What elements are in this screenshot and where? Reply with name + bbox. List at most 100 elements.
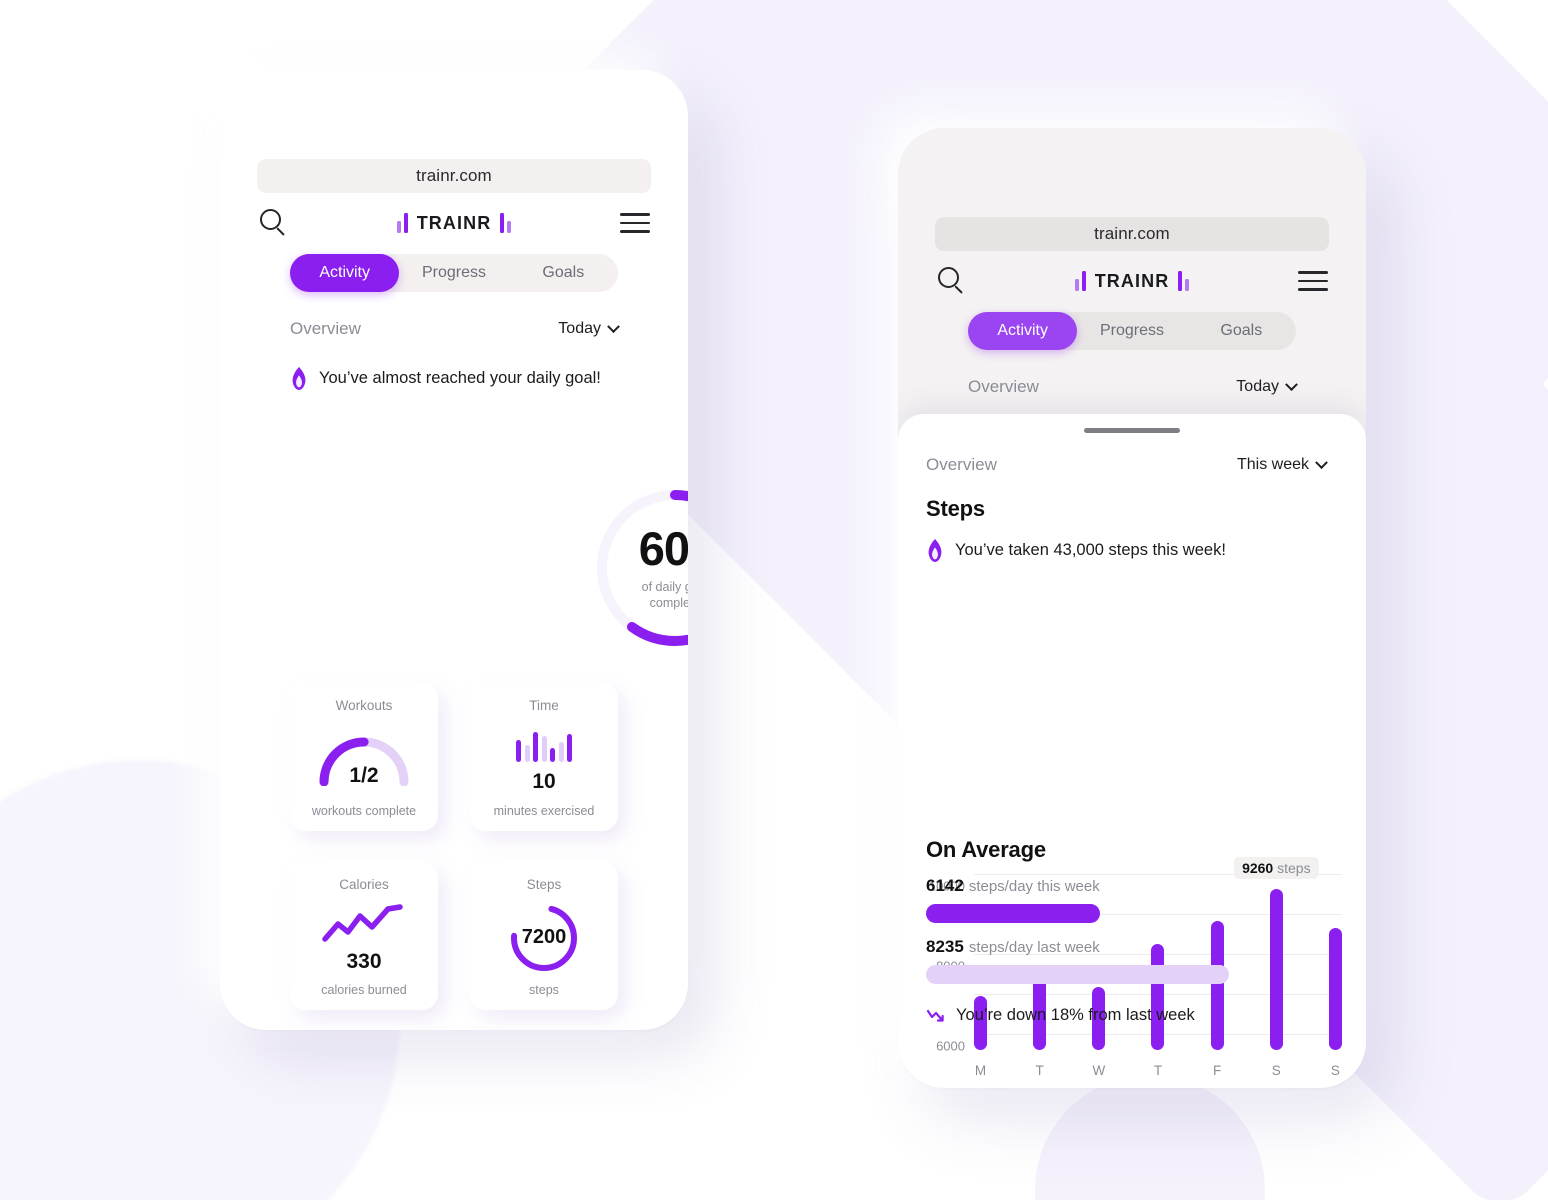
tab-bar: Activity Progress Goals: [290, 254, 618, 292]
url-text-background: trainr.com: [1094, 224, 1170, 243]
card-time-value: 10: [532, 769, 556, 793]
steps-banner-text: You’ve taken 43,000 steps this week!: [955, 541, 1226, 559]
browser-url-bar[interactable]: trainr.com: [257, 159, 651, 193]
chart-x-tick-label: T: [1035, 1063, 1044, 1078]
daily-goal-banner-text: You’ve almost reached your daily goal!: [319, 369, 601, 387]
avg-last-week-bar: [926, 965, 1229, 984]
chart-bar-column[interactable]: [1269, 862, 1283, 1050]
avg-this-week-bar: [926, 904, 1100, 923]
chart-x-tick-label: S: [1330, 1063, 1340, 1078]
card-steps-title: Steps: [526, 877, 562, 892]
tab-progress[interactable]: Progress: [399, 254, 508, 292]
brand-logo: TRAINR: [397, 213, 511, 234]
equalizer-bar: [550, 747, 555, 762]
brand-logo-background: TRAINR: [1075, 271, 1189, 292]
card-calories-caption: calories burned: [321, 983, 407, 997]
background-shape-bottom: [1035, 1075, 1265, 1200]
brand-name: TRAINR: [416, 212, 492, 233]
card-workouts[interactable]: Workouts 1/2 workouts complete: [290, 683, 438, 831]
brand-bars-right-icon: [500, 213, 511, 233]
sheet-overview-label: Overview: [926, 455, 997, 474]
chart-x-tick-label: S: [1271, 1063, 1281, 1078]
tab-activity-background: Activity: [968, 312, 1078, 350]
overview-row-background: Overview Today: [968, 374, 1298, 400]
trend-down-icon: [926, 1009, 944, 1022]
range-select-background: Today: [1236, 377, 1298, 396]
card-time-title: Time: [529, 698, 559, 713]
chart-tooltip-unit: steps: [1273, 859, 1311, 876]
daily-goal-banner: You’ve almost reached your daily goal!: [290, 367, 601, 390]
equalizer-bar: [541, 735, 547, 762]
tab-activity[interactable]: Activity: [290, 254, 400, 292]
on-average-heading: On Average: [926, 837, 1046, 862]
equalizer-bar: [567, 733, 572, 762]
equalizer-bar: [516, 739, 521, 762]
bottom-sheet: Overview This week Steps You’ve taken 43…: [898, 414, 1366, 1088]
avg-this-week-label: 6142 steps/day this week: [926, 876, 1100, 896]
range-select-this-week-value: This week: [1236, 456, 1309, 473]
card-calories-title: Calories: [339, 877, 389, 892]
chart-x-axis-labels: MTWTFSS: [974, 1063, 1342, 1078]
search-icon[interactable]: [260, 209, 288, 237]
phone-right-screen: trainr.com TRAINR Activity Progress Goal…: [898, 128, 1366, 1088]
hamburger-menu-icon[interactable]: [620, 213, 650, 233]
overview-row: Overview Today: [290, 316, 620, 342]
brand-bars-left-icon-background: [1075, 271, 1086, 291]
avg-last-week-label: 8235 steps/day last week: [926, 937, 1100, 957]
sheet-drag-handle[interactable]: [1084, 428, 1180, 433]
url-text: trainr.com: [416, 166, 492, 185]
card-steps[interactable]: Steps 7200 steps: [470, 862, 618, 1010]
avg-this-week-unit: steps/day this week: [968, 878, 1100, 895]
chart-bar[interactable]: [1328, 928, 1342, 1050]
avg-last-week-unit: steps/day last week: [968, 939, 1100, 956]
card-steps-value: 7200: [521, 926, 567, 948]
steps-ring-icon: 7200: [509, 903, 579, 973]
card-time[interactable]: Time 10 minutes exercised: [470, 683, 618, 831]
chart-y-tick-label: 6000: [936, 1038, 965, 1054]
chart-bar[interactable]: [1210, 921, 1224, 1050]
card-time-visual: 10: [516, 713, 572, 804]
trend-text: You’re down 18% from last week: [956, 1006, 1195, 1024]
card-steps-visual: 7200: [509, 892, 579, 983]
chart-bar-column[interactable]: [1328, 862, 1342, 1050]
chevron-down-icon-background: [1285, 377, 1298, 391]
card-calories-visual: 330: [320, 892, 408, 983]
range-select-value: Today: [558, 320, 601, 337]
chevron-down-icon: [1315, 455, 1328, 469]
card-workouts-visual: 1/2: [316, 713, 412, 804]
chevron-down-icon: [607, 319, 620, 333]
equalizer-bar: [533, 731, 538, 762]
range-select-value-background: Today: [1236, 378, 1279, 395]
daily-goal-ring: 60% of daily goal complete: [592, 485, 688, 651]
half-gauge-icon: 1/2: [316, 732, 412, 787]
flame-icon: [928, 539, 942, 562]
tab-progress-background: Progress: [1099, 322, 1164, 339]
trend-up-line-icon: [322, 903, 403, 942]
phone-right: trainr.com TRAINR Activity Progress Goal…: [898, 128, 1366, 1088]
card-calories[interactable]: Calories 330 calories burned: [290, 862, 438, 1010]
chart-bar-column[interactable]: [1210, 862, 1224, 1050]
card-calories-value: 330: [346, 949, 382, 973]
phone-left: trainr.com TRAINR Activity Progress Goal…: [220, 70, 688, 1030]
avg-last-week-value: 8235: [926, 937, 964, 956]
tab-goals-background: Goals: [1220, 322, 1263, 339]
range-select-this-week[interactable]: This week: [1236, 455, 1328, 474]
sheet-overview-row: Overview This week: [926, 452, 1328, 478]
app-bar-background: TRAINR: [938, 261, 1328, 301]
card-workouts-title: Workouts: [335, 698, 393, 713]
brand-bars-left-icon: [397, 213, 408, 233]
range-select-today[interactable]: Today: [558, 319, 620, 338]
chart-bar[interactable]: [1151, 944, 1165, 1050]
phone-left-screen: trainr.com TRAINR Activity Progress Goal…: [220, 70, 688, 1030]
hamburger-menu-icon-background: [1298, 271, 1328, 291]
tab-goals[interactable]: Goals: [509, 254, 618, 292]
equalizer-bar: [524, 744, 530, 762]
equalizer-icon: [516, 724, 572, 762]
overview-label-background: Overview: [968, 377, 1039, 396]
card-workouts-value: 1/2: [349, 763, 379, 787]
steps-banner: You’ve taken 43,000 steps this week!: [926, 539, 1226, 562]
chart-bar[interactable]: [1269, 888, 1283, 1050]
tab-bar-background: Activity Progress Goals: [968, 312, 1296, 350]
chart-x-tick-label: W: [1092, 1063, 1106, 1078]
card-time-caption: minutes exercised: [493, 804, 595, 818]
